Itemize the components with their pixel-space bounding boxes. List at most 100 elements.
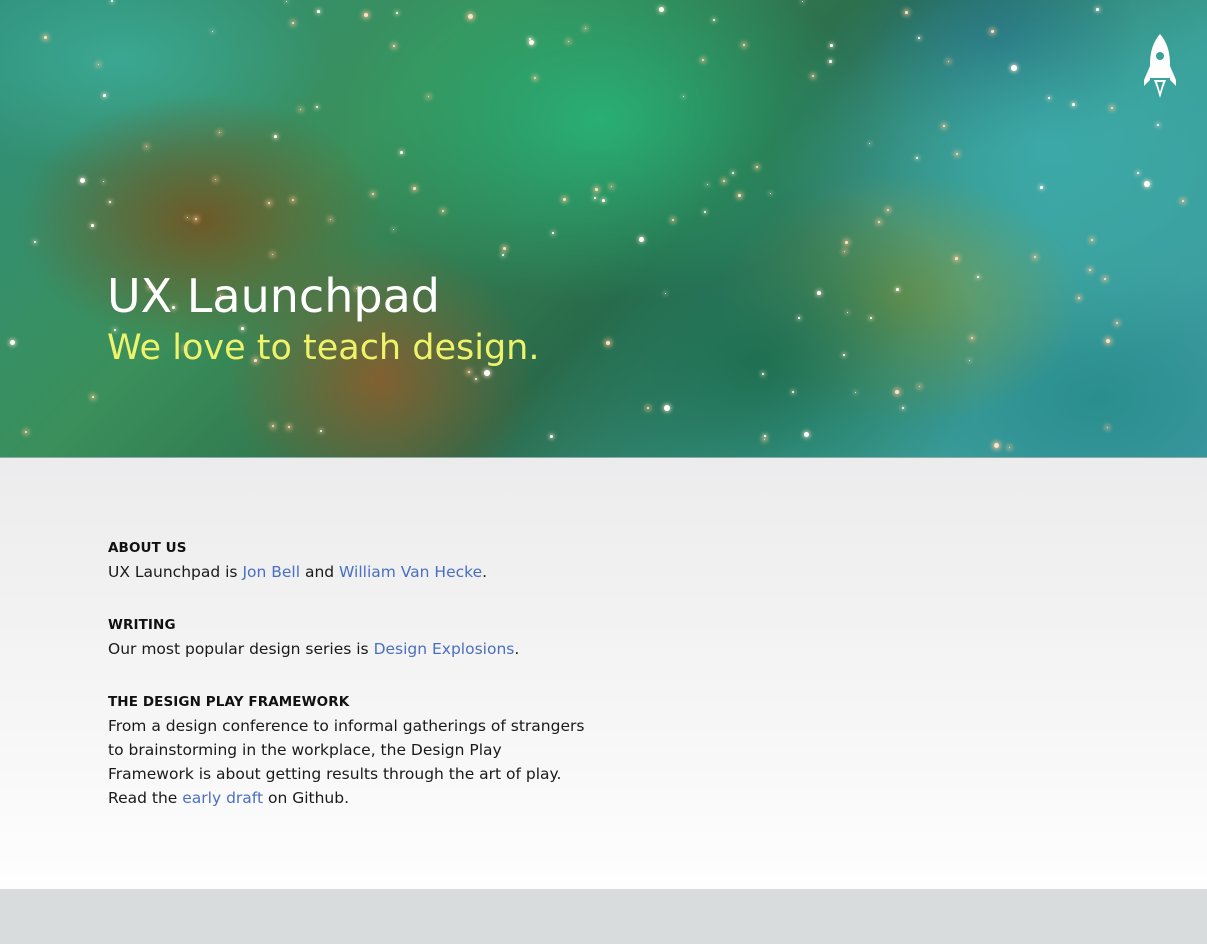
site-title: UX Launchpad xyxy=(107,269,440,323)
star-dot xyxy=(595,188,598,191)
star-dot xyxy=(606,341,611,346)
star-dot xyxy=(195,218,198,221)
star-dot xyxy=(792,391,795,394)
star-dot xyxy=(943,125,945,127)
star-dot xyxy=(659,7,665,13)
framework-text: From a design conference to informal gat… xyxy=(108,714,588,810)
star-dot xyxy=(639,237,644,242)
star-dot xyxy=(764,439,765,440)
star-dot xyxy=(723,180,725,182)
star-dot xyxy=(969,360,971,362)
star-dot xyxy=(1137,172,1140,175)
star-dot xyxy=(1106,339,1111,344)
star-dot xyxy=(1034,256,1037,259)
star-dot xyxy=(1116,322,1119,325)
william-van-hecke-link[interactable]: William Van Hecke xyxy=(339,563,482,581)
about-text-lead: UX Launchpad is xyxy=(108,563,243,581)
star-dot xyxy=(798,317,800,319)
star-dot xyxy=(442,210,445,213)
star-dot xyxy=(948,61,950,63)
star-dot xyxy=(994,443,999,448)
star-dot xyxy=(830,44,833,47)
footer xyxy=(0,889,1207,944)
star-dot xyxy=(594,197,596,199)
star-dot xyxy=(1048,97,1050,99)
star-dot xyxy=(895,390,900,395)
star-dot xyxy=(317,10,320,13)
about-text-and: and xyxy=(300,563,340,581)
framework-heading: THE DESIGN PLAY FRAMEWORK xyxy=(108,694,350,710)
star-dot xyxy=(103,181,104,182)
star-dot xyxy=(103,94,106,97)
rocket-icon[interactable] xyxy=(1143,32,1177,100)
star-dot xyxy=(212,31,214,33)
star-dot xyxy=(902,407,905,410)
star-dot xyxy=(869,143,870,144)
writing-text: Our most popular design series is Design… xyxy=(108,637,588,661)
star-dot xyxy=(956,153,959,156)
star-dot xyxy=(1009,447,1011,449)
jon-bell-link[interactable]: Jon Bell xyxy=(242,563,300,581)
star-dot xyxy=(529,38,531,40)
star-dot xyxy=(529,40,535,46)
star-dot xyxy=(330,219,332,221)
star-dot xyxy=(855,392,857,394)
star-dot xyxy=(272,425,275,428)
star-dot xyxy=(707,184,709,186)
star-dot xyxy=(272,254,274,256)
star-dot xyxy=(585,28,587,30)
star-dot xyxy=(844,251,846,253)
star-dot xyxy=(413,187,416,190)
star-dot xyxy=(602,199,605,202)
writing-text-lead: Our most popular design series is xyxy=(108,640,374,658)
star-dot xyxy=(146,146,148,148)
star-dot xyxy=(80,178,86,184)
star-dot xyxy=(187,217,189,219)
star-dot xyxy=(393,229,395,231)
writing-heading: WRITING xyxy=(108,617,176,633)
framework-section: THE DESIGN PLAY FRAMEWORK From a design … xyxy=(108,692,588,810)
star-dot xyxy=(672,219,675,222)
star-dot xyxy=(870,317,872,319)
star-dot xyxy=(878,221,880,223)
star-dot xyxy=(647,407,649,409)
star-dot xyxy=(843,354,845,356)
about-section: ABOUT US UX Launchpad is Jon Bell and Wi… xyxy=(108,538,588,584)
writing-text-end: . xyxy=(514,640,520,658)
star-dot xyxy=(887,209,890,212)
star-dot xyxy=(215,179,217,181)
hero-banner: UX Launchpad We love to teach design. xyxy=(0,0,1207,458)
about-heading: ABOUT US xyxy=(108,540,187,556)
star-dot xyxy=(1089,269,1092,272)
star-dot xyxy=(1091,239,1094,242)
design-explosions-link[interactable]: Design Explosions xyxy=(374,640,515,658)
star-dot xyxy=(563,198,566,201)
star-dot xyxy=(534,77,537,80)
star-dot xyxy=(1078,297,1080,299)
star-dot xyxy=(1144,181,1150,187)
star-dot xyxy=(847,312,849,314)
early-draft-link[interactable]: early draft xyxy=(182,789,263,807)
star-dot xyxy=(400,151,403,154)
star-dot xyxy=(802,1,804,3)
star-dot xyxy=(292,199,295,202)
star-dot xyxy=(34,241,37,244)
star-dot xyxy=(743,44,745,46)
about-text: UX Launchpad is Jon Bell and William Van… xyxy=(108,560,588,584)
star-dot xyxy=(10,340,16,346)
star-dot xyxy=(702,59,705,62)
star-dot xyxy=(1107,427,1109,429)
star-dot xyxy=(274,135,277,138)
main-content: ABOUT US UX Launchpad is Jon Bell and Wi… xyxy=(0,458,1207,889)
star-dot xyxy=(396,12,398,14)
star-dot xyxy=(286,1,288,3)
star-dot xyxy=(1182,200,1184,202)
star-dot xyxy=(812,75,815,78)
star-dot xyxy=(372,193,375,196)
star-dot xyxy=(1157,124,1160,127)
star-dot xyxy=(713,19,716,22)
star-dot xyxy=(393,45,395,47)
star-dot xyxy=(288,426,291,429)
page: UX Launchpad We love to teach design. AB… xyxy=(0,0,1207,944)
star-dot xyxy=(916,157,919,160)
